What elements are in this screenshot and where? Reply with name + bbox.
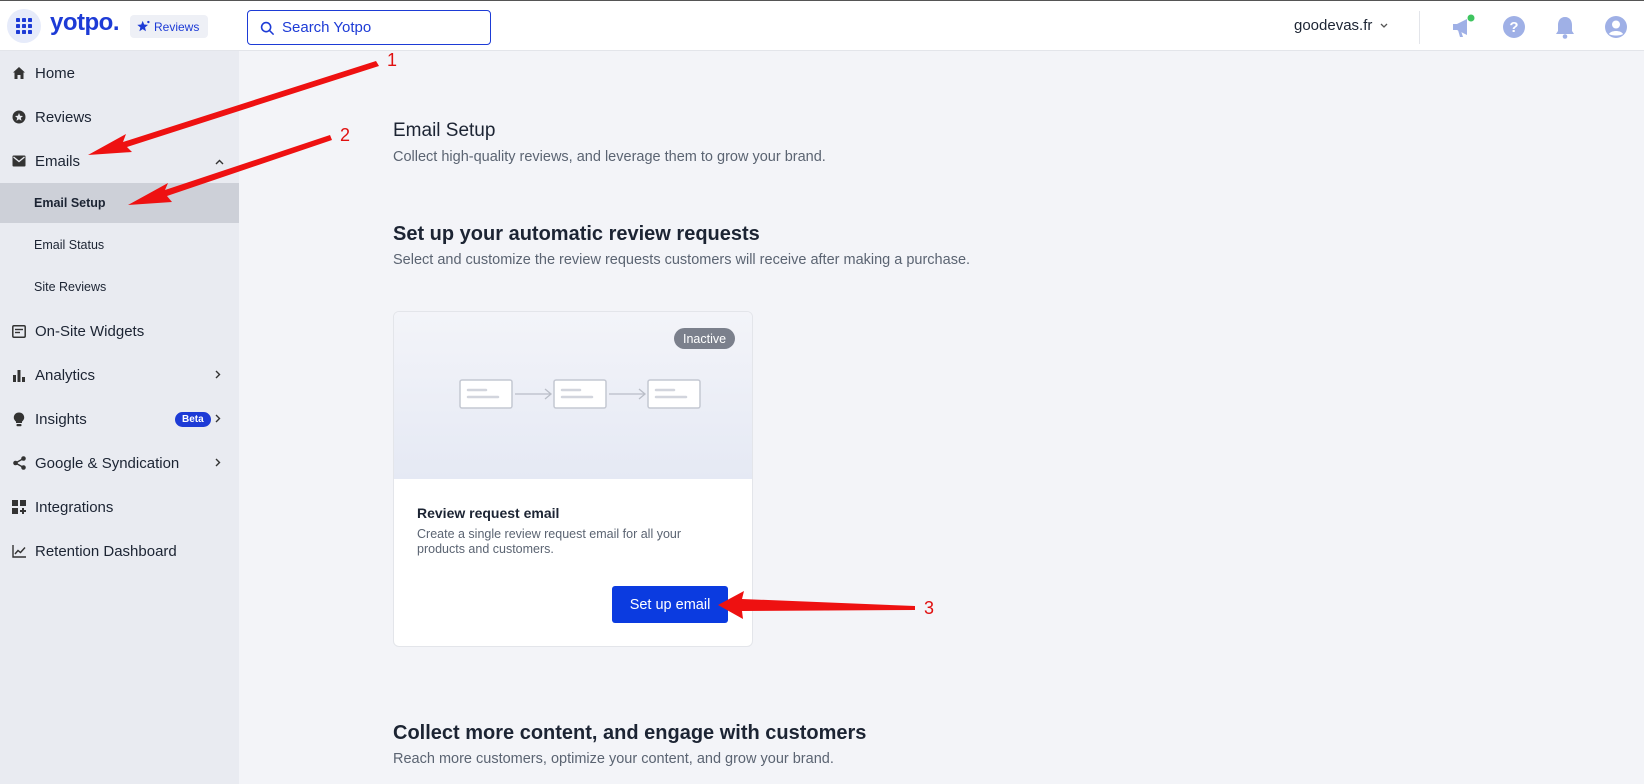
section-title: Set up your automatic review requests — [393, 223, 760, 245]
sidebar-subitem-label: Site Reviews — [34, 280, 107, 294]
sidebar-item-label: Emails — [35, 152, 81, 170]
sidebar-item-label: Analytics — [35, 366, 96, 384]
card-illustration: Inactive — [394, 312, 752, 479]
email-flow-illustration — [459, 379, 701, 409]
product-switcher[interactable]: Reviews — [130, 15, 209, 38]
set-up-email-button[interactable]: Set up email — [612, 586, 728, 623]
home-icon — [11, 65, 27, 81]
store-name: goodevas.fr — [1294, 17, 1373, 34]
section2-subtitle: Reach more customers, optimize your cont… — [393, 751, 834, 767]
sidebar-item-label: Integrations — [35, 498, 114, 516]
apps-grid-icon[interactable] — [7, 9, 41, 43]
sidebar: Home Reviews Emails Email Setup Email St… — [0, 51, 239, 784]
top-bar: yotpo. Reviews goodevas.fr ? — [0, 0, 1644, 51]
annotation-number-2: 2 — [340, 125, 351, 145]
star-sparkle-icon — [137, 20, 150, 32]
sidebar-item-label: Insights — [35, 410, 87, 428]
card-description: Create a single review request email for… — [417, 527, 682, 556]
user-account-icon[interactable] — [1602, 13, 1630, 41]
line-chart-icon — [11, 543, 27, 559]
chevron-right-icon — [215, 455, 221, 470]
sidebar-item-google-syndication[interactable]: Google & Syndication — [0, 443, 239, 483]
sidebar-subitem-label: Email Status — [34, 238, 105, 252]
card-title: Review request email — [417, 505, 560, 521]
sidebar-item-insights[interactable]: Insights Beta — [0, 399, 239, 439]
product-label: Reviews — [154, 19, 200, 34]
sidebar-subitem-email-setup[interactable]: Email Setup — [0, 183, 239, 223]
bell-icon[interactable] — [1551, 13, 1579, 41]
page-subtitle: Collect high-quality reviews, and levera… — [393, 149, 826, 165]
yotpo-logo[interactable]: yotpo. — [50, 9, 120, 37]
widget-icon — [11, 323, 27, 339]
star-circle-icon — [11, 109, 27, 125]
sidebar-item-label: Retention Dashboard — [35, 542, 177, 560]
sidebar-item-label: Home — [35, 64, 76, 82]
share-icon — [11, 455, 27, 471]
chevron-up-icon — [215, 153, 224, 168]
grid-plus-icon — [11, 499, 27, 515]
sidebar-item-label: Google & Syndication — [35, 454, 180, 472]
sidebar-item-retention-dashboard[interactable]: Retention Dashboard — [0, 531, 239, 571]
megaphone-icon[interactable] — [1449, 13, 1477, 41]
sidebar-item-label: Reviews — [35, 108, 92, 126]
section-subtitle: Select and customize the review requests… — [393, 252, 971, 268]
search-icon — [260, 21, 274, 35]
bar-chart-icon — [11, 367, 27, 383]
beta-badge: Beta — [175, 412, 211, 427]
annotation-overlay — [88, 61, 915, 619]
section2-title: Collect more content, and engage with cu… — [393, 722, 867, 744]
svg-text:?: ? — [1509, 19, 1518, 36]
sidebar-item-on-site-widgets[interactable]: On-Site Widgets — [0, 311, 239, 351]
mail-icon — [11, 153, 27, 169]
annotation-number-1: 1 — [387, 50, 398, 70]
review-request-email-card: Inactive Review request email Create a s… — [393, 311, 753, 647]
search-input[interactable] — [282, 19, 472, 36]
chevron-down-icon — [1380, 23, 1388, 28]
annotation-number-3: 3 — [924, 598, 935, 618]
chevron-right-icon — [215, 367, 221, 382]
sidebar-item-analytics[interactable]: Analytics — [0, 355, 239, 395]
lightbulb-icon — [11, 411, 27, 427]
sidebar-item-reviews[interactable]: Reviews — [0, 97, 239, 137]
sidebar-item-label: On-Site Widgets — [35, 322, 145, 340]
help-icon[interactable]: ? — [1500, 13, 1528, 41]
search-box[interactable] — [247, 10, 491, 45]
sidebar-subitem-email-status[interactable]: Email Status — [0, 225, 239, 265]
sidebar-subitem-site-reviews[interactable]: Site Reviews — [0, 267, 239, 307]
divider — [1419, 11, 1420, 44]
chevron-right-icon — [215, 411, 221, 426]
sidebar-item-integrations[interactable]: Integrations — [0, 487, 239, 527]
sidebar-subitem-label: Email Setup — [34, 196, 106, 210]
page-title: Email Setup — [393, 120, 496, 141]
sidebar-item-emails[interactable]: Emails — [0, 141, 239, 181]
store-selector[interactable]: goodevas.fr — [1294, 17, 1388, 34]
sidebar-item-home[interactable]: Home — [0, 53, 239, 93]
